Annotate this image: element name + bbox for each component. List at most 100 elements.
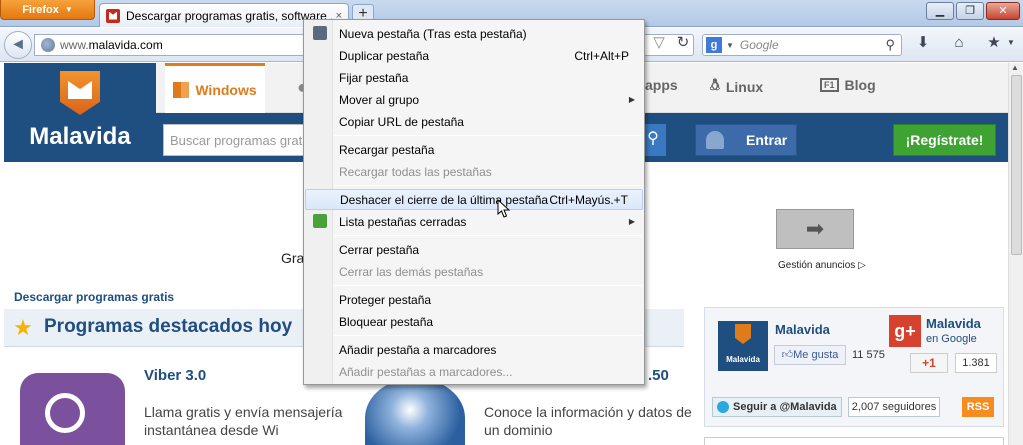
search-placeholder: Google xyxy=(739,38,779,52)
download-icon[interactable]: ⬇ xyxy=(914,34,932,52)
minimize-button[interactable]: ▁ xyxy=(926,2,954,20)
breadcrumb[interactable]: Descargar programas gratis xyxy=(14,290,174,304)
new-tab-icon xyxy=(313,26,327,40)
menu-item-label: Nueva pestaña (Tras esta pestaña) xyxy=(339,26,527,41)
malavida-favicon-icon xyxy=(106,8,120,23)
ads-management-link[interactable]: Gestión anuncios ▷ xyxy=(778,260,866,271)
chevron-down-icon: ▼ xyxy=(64,5,73,14)
url-prefix: www. xyxy=(60,38,89,52)
featured-title: Programas destacados hoy xyxy=(44,316,293,337)
plus-one-count: 1.381 xyxy=(955,353,997,373)
tab-context-menu: Nueva pestaña (Tras esta pestaña) Duplic… xyxy=(303,19,645,385)
menu-item-bookmark-all-tabs: Añadir pestañas a marcadores... xyxy=(305,361,643,382)
menu-item-shortcut: Ctrl+Alt+P xyxy=(574,48,629,63)
vertical-scrollbar[interactable]: ▲ xyxy=(1008,63,1023,445)
plus-one-button[interactable]: +1 xyxy=(910,353,948,373)
fb-page-name[interactable]: Malavida xyxy=(775,322,830,337)
menu-item-new-tab[interactable]: Nueva pestaña (Tras esta pestaña) xyxy=(305,23,643,44)
menu-item-shortcut: Ctrl+Mayús.+T xyxy=(549,192,628,207)
site-logo[interactable]: Malavida xyxy=(4,63,156,162)
menu-item-pin-tab[interactable]: Fijar pestaña xyxy=(305,67,643,88)
menu-item-label: Fijar pestaña xyxy=(339,70,409,85)
menu-item-label: Recargar todas las pestañas xyxy=(339,164,492,179)
gplus-name[interactable]: Malavida xyxy=(926,316,981,331)
nav-windows-label: Windows xyxy=(195,81,257,98)
bookmarks-icon[interactable]: ★ xyxy=(985,34,1003,52)
menu-item-close-other-tabs: Cerrar las demás pestañas xyxy=(305,261,643,282)
submenu-arrow-icon: ▶ xyxy=(628,95,635,104)
scrollbar-thumb[interactable] xyxy=(1011,75,1022,255)
viber-title-link[interactable]: Viber 3.0 xyxy=(144,367,206,384)
menu-item-reload-all: Recargar todas las pestañas xyxy=(305,161,643,182)
nav-webapps-label: apps xyxy=(645,77,678,93)
google-plus-icon[interactable]: g+ xyxy=(889,315,921,347)
menu-item-label: Proteger pestaña xyxy=(339,292,432,307)
logo-text: Malavida xyxy=(29,123,131,150)
menu-item-reload-tab[interactable]: Recargar pestaña xyxy=(305,139,643,160)
nav-blog[interactable]: F1 Blog xyxy=(820,77,876,93)
menu-item-label: Duplicar pestaña xyxy=(339,48,430,63)
linux-icon: 🐧︎ xyxy=(710,77,720,94)
google-icon[interactable]: g xyxy=(706,37,722,53)
menu-item-protect-tab[interactable]: Proteger pestaña xyxy=(305,289,643,310)
twitter-bird-icon xyxy=(717,401,729,413)
gplus-sub: en Google xyxy=(926,333,977,345)
menu-item-move-to-group[interactable]: Mover al grupo ▶ xyxy=(305,89,643,110)
menu-item-label: Mover al grupo xyxy=(339,92,420,107)
submenu-arrow-icon: ▶ xyxy=(628,217,635,226)
menu-item-lock-tab[interactable]: Bloquear pestaña xyxy=(305,311,643,332)
nav-webapps[interactable]: apps xyxy=(645,77,678,93)
menu-item-copy-url[interactable]: Copiar URL de pestaña xyxy=(305,111,643,132)
menu-separator xyxy=(334,335,642,336)
like-button[interactable]: 👍︎Me gusta xyxy=(774,345,846,365)
like-count: 11 575 xyxy=(852,349,885,361)
closed-tabs-icon xyxy=(313,214,327,228)
mouse-cursor-icon xyxy=(497,199,511,218)
ad-arrow-button[interactable]: ➡ xyxy=(776,209,854,249)
restore-button[interactable]: ❐ xyxy=(956,2,984,20)
menu-item-bookmark-tab[interactable]: Añadir pestaña a marcadores xyxy=(305,339,643,360)
star-icon: ★ xyxy=(13,315,33,340)
version-partial[interactable]: .50 xyxy=(648,367,669,384)
chevron-down-icon[interactable]: ▼ xyxy=(1002,34,1020,52)
ads-label-text: Gestión anuncios xyxy=(778,260,856,271)
home-icon[interactable]: ⌂ xyxy=(950,34,968,52)
menu-item-duplicate-tab[interactable]: Duplicar pestaña Ctrl+Alt+P xyxy=(305,45,643,66)
nav-blog-label: Blog xyxy=(844,77,876,93)
tab-title: Descargar programas gratis, software ... xyxy=(126,8,332,23)
ad-strip xyxy=(704,437,1004,445)
menu-item-label: Añadir pestaña a marcadores xyxy=(339,342,497,357)
twitter-label: Seguir a @Malavida xyxy=(733,401,837,413)
menu-separator xyxy=(334,285,642,286)
magnifier-icon[interactable]: ⚲ xyxy=(885,37,895,53)
site-search-input[interactable]: Buscar programas grat xyxy=(163,124,313,156)
menu-item-label: Cerrar las demás pestañas xyxy=(339,264,484,279)
menu-item-label: Lista pestañas cerradas xyxy=(339,214,467,229)
menu-item-label: Copiar URL de pestaña xyxy=(339,114,464,129)
login-button[interactable]: Entrar xyxy=(695,124,797,156)
user-icon xyxy=(706,131,724,149)
close-window-button[interactable]: ✕ xyxy=(986,2,1020,20)
firefox-menu-label: Firefox xyxy=(22,3,59,16)
chevron-down-icon[interactable]: ▼ xyxy=(726,41,734,50)
url-domain: malavida.com xyxy=(88,38,163,52)
firefox-menu-button[interactable]: Firefox ▼ xyxy=(0,0,95,20)
rss-button[interactable]: RSS xyxy=(962,397,994,417)
nav-linux-label: Linux xyxy=(725,79,764,95)
back-arrow-icon[interactable]: ◄ xyxy=(4,31,32,59)
search-bar[interactable]: g ▼ Google ⚲ xyxy=(702,34,902,56)
register-button[interactable]: ¡Regístrate! xyxy=(893,124,996,156)
scroll-up-icon[interactable]: ▲ xyxy=(1011,63,1019,72)
nav-linux[interactable]: 🐧︎ Linux xyxy=(710,77,763,97)
menu-item-closed-tabs-list[interactable]: Lista pestañas cerradas ▶ xyxy=(305,211,643,232)
menu-item-close-tab[interactable]: Cerrar pestaña xyxy=(305,239,643,260)
menu-item-label: Recargar pestaña xyxy=(339,142,435,157)
reload-icon[interactable]: ↻ xyxy=(674,34,692,52)
nav-windows[interactable]: Windows xyxy=(165,63,265,113)
menu-separator xyxy=(334,235,642,236)
menu-item-undo-close-tab[interactable]: Deshacer el cierre de la última pestaña … xyxy=(305,189,643,210)
dropdown-arrow-icon[interactable]: ▽ xyxy=(650,34,668,52)
blog-icon: F1 xyxy=(820,78,839,92)
whois-globe-icon[interactable] xyxy=(365,378,465,445)
twitter-follow-button[interactable]: Seguir a @Malavida xyxy=(712,397,842,417)
